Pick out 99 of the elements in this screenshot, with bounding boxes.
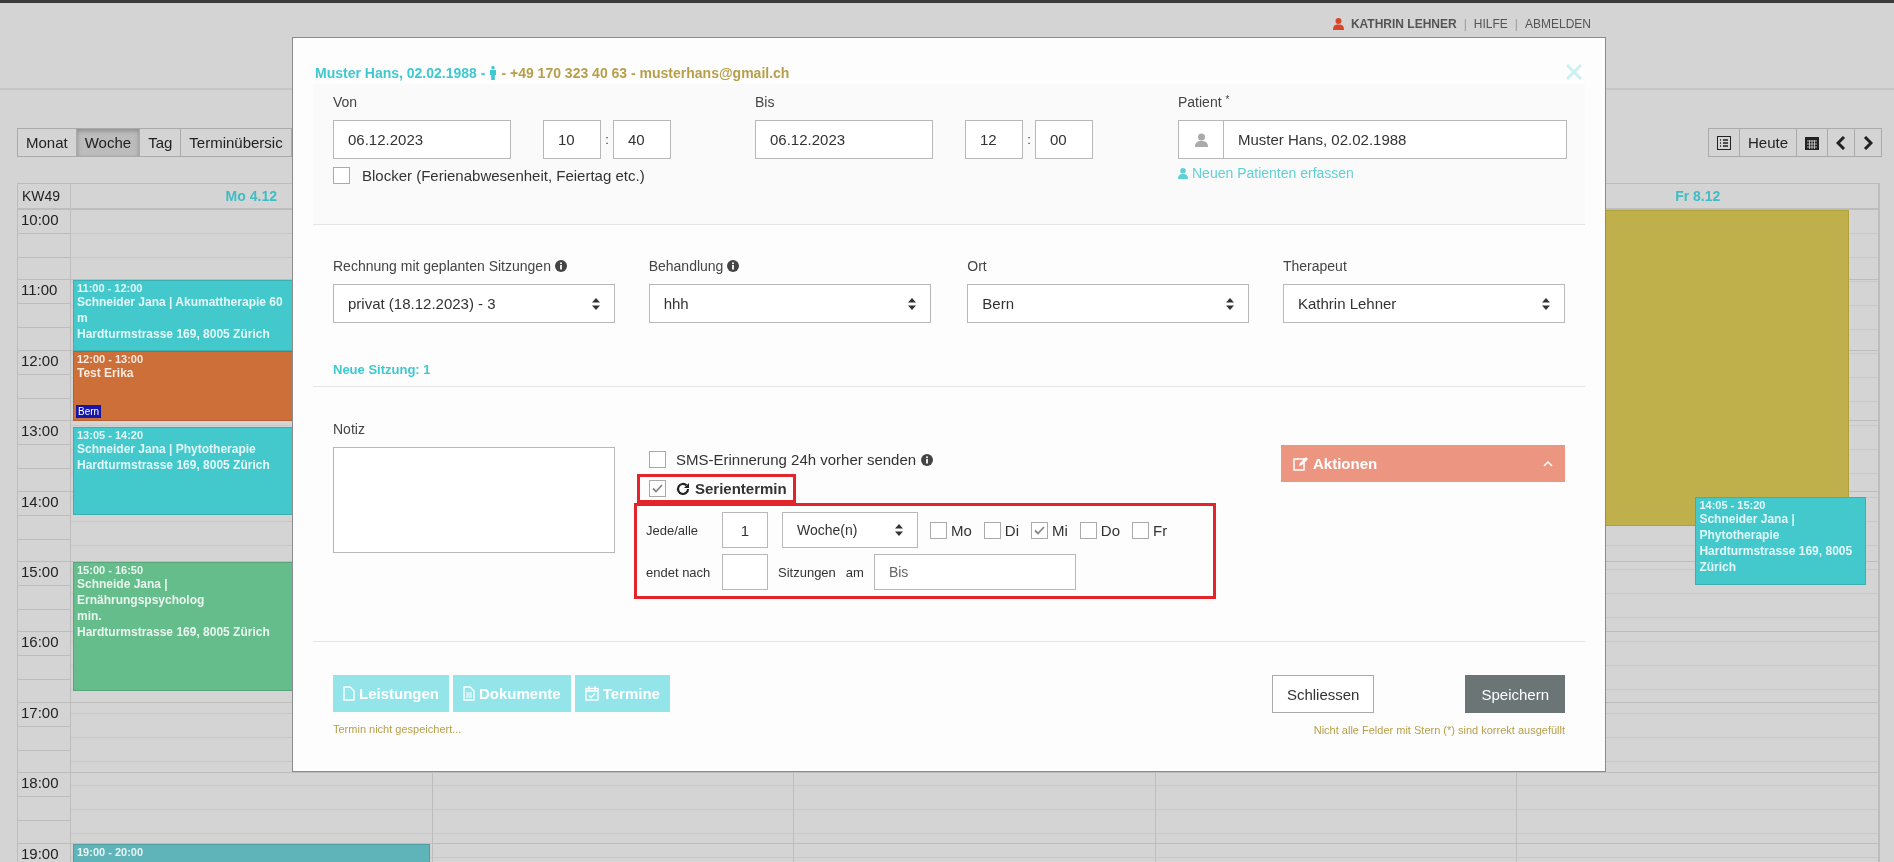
weekday-label: Mi	[1052, 521, 1068, 539]
time-separator: :	[604, 132, 610, 147]
event-text: Hardturmstrasse 169, 8005 Zürich	[77, 457, 271, 474]
event-text: min.	[77, 608, 103, 624]
time-separator: :	[1026, 132, 1032, 147]
status-text: Termin nicht gespeichert...	[333, 723, 463, 735]
checkbox[interactable]	[1079, 521, 1097, 539]
field-label: endet nach	[646, 564, 712, 580]
new-session-text: Neue Sitzung: 1	[333, 362, 431, 379]
separator: |	[1514, 17, 1518, 31]
repeat-icon	[676, 481, 690, 496]
event-text: Test Erika	[77, 364, 135, 381]
edit-icon	[1293, 456, 1308, 471]
hour-field[interactable]: 10	[543, 120, 601, 159]
select-field[interactable]: hhh	[648, 284, 931, 323]
field-label: Sitzungen	[778, 564, 836, 580]
field-label: Patient	[1178, 94, 1222, 110]
select-field[interactable]: Bern	[967, 284, 1250, 323]
weekday-label: Do	[1100, 521, 1121, 539]
checkbox[interactable]	[1132, 521, 1150, 539]
view-tab[interactable]: Woche	[76, 129, 141, 156]
user-icon	[1332, 18, 1344, 30]
calendar-check-icon	[584, 686, 599, 701]
date-field[interactable]: 06.12.2023	[333, 120, 511, 159]
user-icon	[1194, 132, 1208, 147]
event-text: Hardturmstrasse 169, 8005 Zürich	[77, 326, 271, 343]
count-field[interactable]	[722, 554, 768, 590]
separator: |	[1463, 17, 1467, 31]
event-text: Schneider Jana | Phytotherapie	[1699, 511, 1796, 544]
interval-field[interactable]: 1	[722, 512, 768, 548]
checkbox[interactable]	[333, 167, 350, 184]
updown-icon	[907, 297, 916, 310]
list-icon	[1716, 135, 1731, 150]
event-time: 12:00 - 13:00	[77, 352, 145, 365]
event-text: Hardturmstrasse 169, 8005 Zürich	[1699, 543, 1854, 576]
checkbox[interactable]	[1031, 521, 1048, 539]
note-field[interactable]	[333, 447, 615, 553]
header-link[interactable]: ABMELDEN	[1524, 17, 1591, 31]
event-text: Hardturmstrasse 169, 8005 Zürich	[77, 624, 271, 640]
user-name[interactable]: KATHRIN LEHNER	[1350, 17, 1457, 31]
calendar-icon	[1805, 135, 1819, 150]
location-tag: Bern	[76, 405, 102, 419]
header-link[interactable]: HILFE	[1473, 17, 1508, 31]
field-label: Therapeut	[1282, 258, 1347, 274]
checkbox[interactable]	[649, 480, 666, 497]
event-time: 13:05 - 14:20	[77, 429, 145, 442]
week-number: KW49	[18, 184, 71, 208]
chevron-right-icon	[1863, 135, 1873, 150]
close-button[interactable]: Schliessen	[1271, 675, 1375, 713]
event-time: 15:00 - 16:50	[77, 564, 145, 576]
check-icon	[1034, 525, 1045, 535]
contact-info: - +49 170 323 40 63 - musterhans@gmail.ch	[501, 65, 790, 81]
chevron-left-icon	[1836, 135, 1846, 150]
event-time: 14:05 - 15:20	[1699, 499, 1767, 512]
event-text: Schneider Jana | Phytotherapie	[77, 441, 257, 458]
document-icon	[463, 686, 475, 701]
end-date-field[interactable]: Bis	[873, 554, 1076, 590]
required-mark: *	[1225, 94, 1230, 105]
checkbox[interactable]	[983, 521, 1001, 539]
updown-icon	[592, 297, 600, 310]
checkbox-label: Serientermin	[695, 480, 787, 497]
checkbox-label: Blocker (Ferienabwesenheit, Feiertag etc.)	[362, 167, 645, 184]
weekday-label: Mo	[951, 521, 972, 539]
checkbox[interactable]	[649, 451, 666, 468]
patient-field[interactable]: Muster Hans, 02.02.1988	[1178, 120, 1567, 159]
validation-text: Nicht alle Felder mit Stern (*) sind korrekt ausgefüllt	[1313, 724, 1565, 736]
event-text: Schneider Jana | Akumattherapie 60 m	[77, 294, 284, 327]
hour-field[interactable]: 12	[965, 120, 1023, 159]
save-button[interactable]: Speichern	[1465, 675, 1565, 713]
event-time: 19:00 - 20:00	[77, 845, 145, 858]
minute-field[interactable]: 00	[1035, 120, 1093, 159]
user-icon	[1178, 167, 1188, 179]
chevron-up-icon	[1543, 460, 1553, 467]
select-field[interactable]: Kathrin Lehner	[1282, 284, 1565, 323]
info-icon	[921, 453, 934, 466]
date-field[interactable]: 06.12.2023	[755, 120, 933, 159]
field-label: Rechnung mit geplanten Sitzungen	[333, 258, 551, 274]
field-label: Bis	[755, 94, 776, 110]
file-icon	[343, 686, 355, 701]
field-label: Jede/alle	[646, 522, 700, 538]
field-label: Von	[333, 94, 359, 110]
person-icon	[489, 66, 498, 80]
updown-icon	[1226, 297, 1235, 310]
updown-icon	[895, 524, 903, 536]
updown-icon	[1541, 297, 1550, 310]
checkbox[interactable]	[930, 521, 947, 539]
field-label: Ort	[967, 258, 987, 274]
unit-select[interactable]: Woche(n)	[782, 512, 918, 548]
select-field[interactable]: privat (18.12.2023) - 3	[333, 284, 615, 323]
field-label: am	[845, 564, 864, 580]
event-time: 11:00 - 12:00	[77, 282, 144, 295]
checkbox-label: SMS-Erinnerung 24h vorher senden	[676, 451, 917, 468]
close-icon[interactable]	[1565, 63, 1583, 81]
patient-summary: Muster Hans, 02.02.1988 -	[315, 65, 486, 81]
minute-field[interactable]: 40	[613, 120, 671, 159]
check-icon	[652, 484, 663, 493]
weekday-label: Di	[1004, 521, 1019, 539]
field-label: Behandlung	[648, 258, 724, 274]
weekday-label: Fr	[1153, 521, 1168, 539]
